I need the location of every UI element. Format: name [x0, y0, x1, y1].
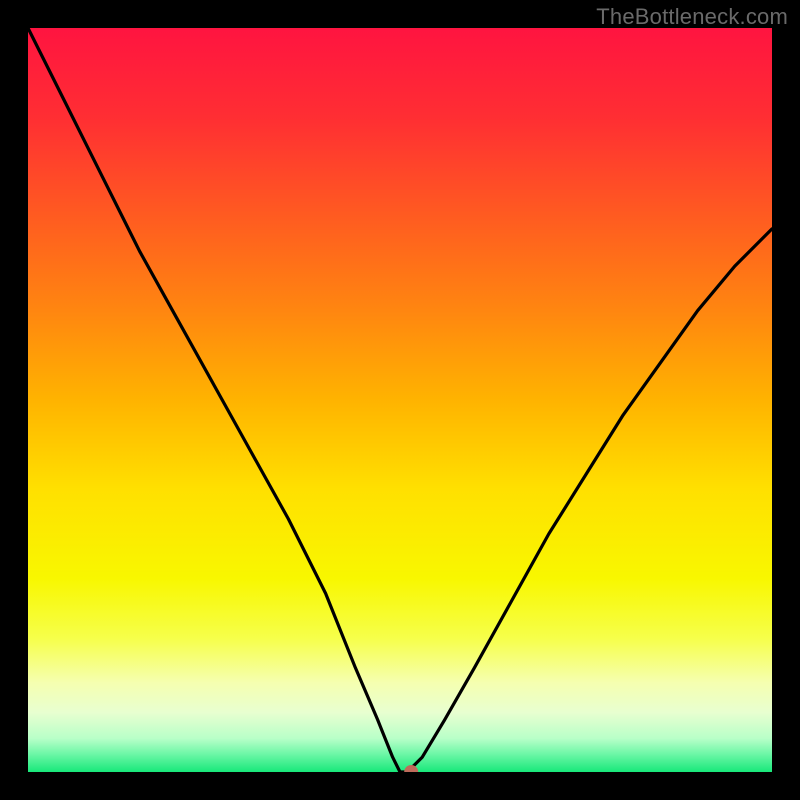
- gradient-rect: [28, 28, 772, 772]
- chart-svg: [28, 28, 772, 772]
- watermark-text: TheBottleneck.com: [596, 4, 788, 30]
- plot-area: [28, 28, 772, 772]
- chart-frame: TheBottleneck.com: [0, 0, 800, 800]
